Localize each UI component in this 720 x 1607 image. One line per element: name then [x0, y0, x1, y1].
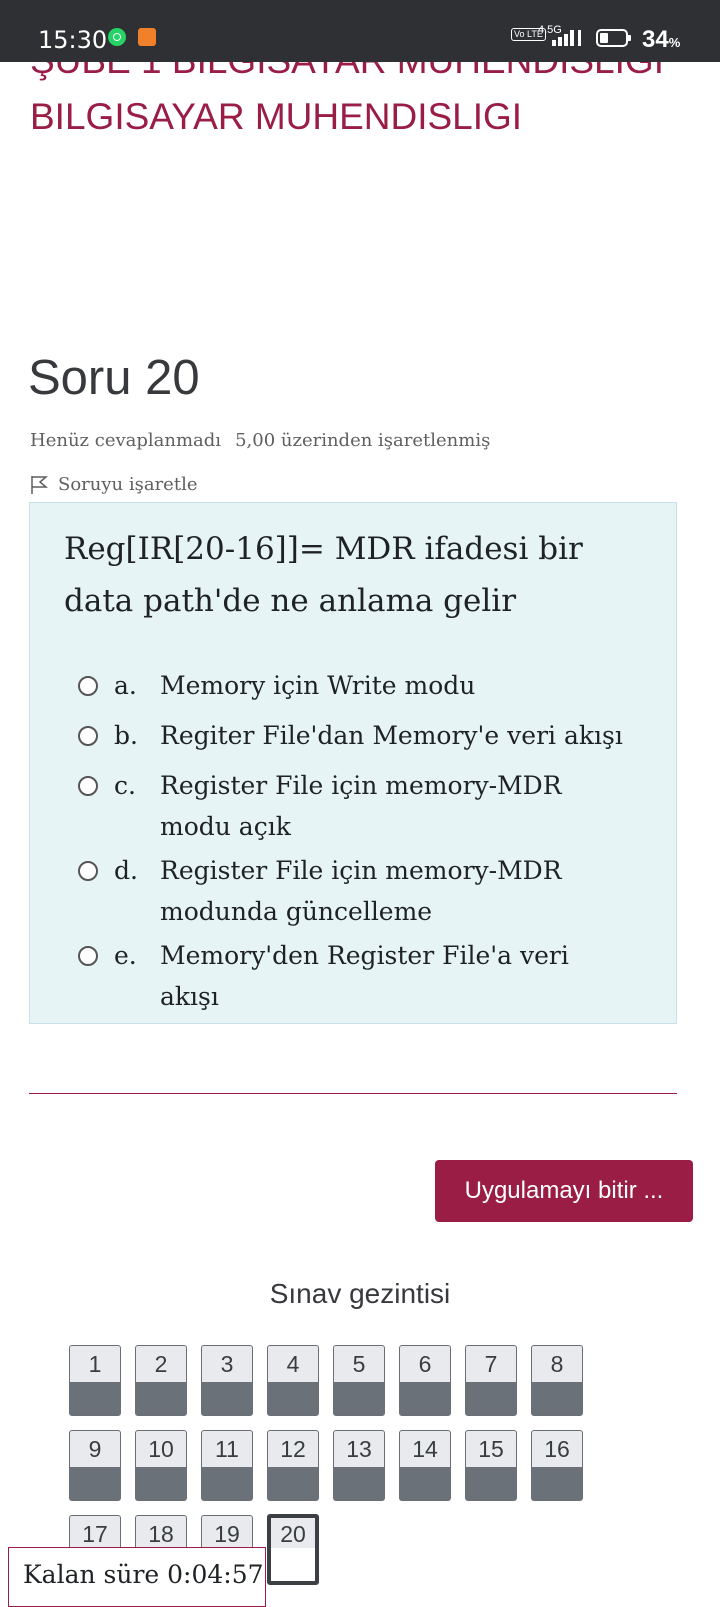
option-text: Register File için memory-MDR modu açık: [160, 771, 562, 841]
flag-label: Soruyu işaretle: [58, 474, 198, 495]
nav-number: 8: [532, 1346, 582, 1382]
radio-button[interactable]: [78, 676, 98, 696]
nav-number: 10: [136, 1431, 186, 1467]
app-notification-icon: [138, 28, 156, 46]
time-remaining: Kalan süre 0:04:57: [8, 1547, 266, 1607]
option-letter: c.: [114, 771, 136, 800]
nav-number: 9: [70, 1431, 120, 1467]
option-letter: e.: [114, 941, 137, 970]
radio-button[interactable]: [78, 726, 98, 746]
radio-button[interactable]: [78, 861, 98, 881]
finish-attempt-button[interactable]: Uygulamayı bitir ...: [435, 1160, 693, 1222]
nav-question-8[interactable]: 8: [531, 1345, 583, 1416]
nav-number: 16: [532, 1431, 582, 1467]
option-letter: b.: [114, 721, 138, 750]
battery-percent: 34%: [642, 26, 681, 53]
option-letter: a.: [114, 671, 137, 700]
radio-button[interactable]: [78, 776, 98, 796]
nav-number: 1: [70, 1346, 120, 1382]
nav-number: 6: [400, 1346, 450, 1382]
nav-question-6[interactable]: 6: [399, 1345, 451, 1416]
nav-number: 2: [136, 1346, 186, 1382]
nav-question-16[interactable]: 16: [531, 1430, 583, 1501]
question-title: Soru 20: [28, 351, 200, 405]
flag-question-link[interactable]: Soruyu işaretle: [30, 474, 197, 495]
nav-question-9[interactable]: 9: [69, 1430, 121, 1501]
battery-icon: [596, 29, 631, 47]
nav-number: 13: [334, 1431, 384, 1467]
option-text: Register File için memory-MDR modunda gü…: [160, 856, 562, 926]
flag-icon: [31, 475, 48, 494]
nav-question-13[interactable]: 13: [333, 1430, 385, 1501]
signal-icon: [552, 30, 581, 46]
question-grade: 5,00 üzerinden işaretlenmiş: [235, 430, 491, 451]
nav-number: 11: [202, 1431, 252, 1467]
nav-question-12[interactable]: 12: [267, 1430, 319, 1501]
nav-question-11[interactable]: 11: [201, 1430, 253, 1501]
option-text: Regiter File'dan Memory'e veri akışı: [160, 721, 623, 750]
nav-number: 14: [400, 1431, 450, 1467]
option-e[interactable]: e. Memory'den Register File'a veri akışı: [78, 935, 630, 1017]
nav-question-2[interactable]: 2: [135, 1345, 187, 1416]
quiz-navigation-title: Sınav gezintisi: [269, 1278, 451, 1309]
nav-number: 12: [268, 1431, 318, 1467]
nav-question-5[interactable]: 5: [333, 1345, 385, 1416]
option-b[interactable]: b. Regiter File'dan Memory'e veri akışı: [78, 715, 630, 756]
status-bar: 15:30 Vo LTE 4.5G 34%: [0, 0, 720, 62]
nav-number: 3: [202, 1346, 252, 1382]
option-a[interactable]: a. Memory için Write modu: [78, 665, 630, 706]
option-d[interactable]: d. Register File için memory-MDR modunda…: [78, 850, 630, 932]
nav-number: 4: [268, 1346, 318, 1382]
nav-question-3[interactable]: 3: [201, 1345, 253, 1416]
nav-number: 15: [466, 1431, 516, 1467]
question-info: Henüz cevaplanmadı 5,00 üzerinden işaretl…: [30, 430, 490, 451]
question-state: Henüz cevaplanmadı: [30, 430, 222, 451]
nav-number: 20: [271, 1518, 315, 1548]
option-letter: d.: [114, 856, 138, 885]
nav-question-7[interactable]: 7: [465, 1345, 517, 1416]
nav-question-15[interactable]: 15: [465, 1430, 517, 1501]
option-text: Memory için Write modu: [160, 671, 476, 700]
nav-question-4[interactable]: 4: [267, 1345, 319, 1416]
nav-number: 7: [466, 1346, 516, 1382]
nav-number: 5: [334, 1346, 384, 1382]
option-text: Memory'den Register File'a veri akışı: [160, 941, 569, 1011]
option-c[interactable]: c. Register File için memory-MDR modu aç…: [78, 765, 630, 847]
nav-question-10[interactable]: 10: [135, 1430, 187, 1501]
whatsapp-icon: [108, 28, 126, 46]
nav-question-14[interactable]: 14: [399, 1430, 451, 1501]
status-time: 15:30: [38, 26, 108, 54]
question-box: Reg[IR[20-16]]= MDR ifadesi bir data pat…: [29, 502, 677, 1024]
divider: [29, 1093, 677, 1094]
radio-button[interactable]: [78, 946, 98, 966]
nav-question-1[interactable]: 1: [69, 1345, 121, 1416]
question-text: Reg[IR[20-16]]= MDR ifadesi bir data pat…: [64, 531, 583, 619]
nav-question-20-current[interactable]: 20: [267, 1514, 319, 1585]
